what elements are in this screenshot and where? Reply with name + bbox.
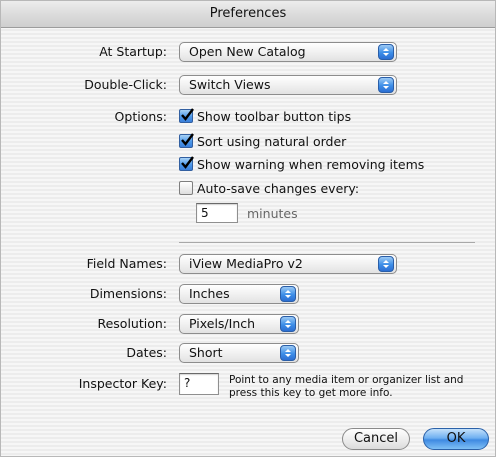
startup-label: At Startup: [99,44,167,59]
dimensions-popup[interactable]: Inches [179,284,299,304]
popup-arrows-icon [280,316,296,332]
field-names-label: Field Names: [86,256,167,271]
inspector-help-line-1: Point to any media item or organizer lis… [229,374,464,386]
preferences-window: Preferences At Startup: Open New Catalog… [0,0,496,457]
option-label: Sort using natural order [197,134,347,149]
popup-arrows-icon [280,286,296,302]
inspector-key-help: Point to any media item or organizer lis… [229,374,463,400]
dimensions-value: Inches [189,286,230,301]
inspector-key-input[interactable]: ? [179,373,219,395]
option-label: Auto-save changes every: [197,181,360,196]
ok-button[interactable]: OK [423,428,489,450]
double-click-popup[interactable]: Switch Views [179,75,397,95]
options-label: Options: [114,109,167,124]
startup-value: Open New Catalog [189,44,306,59]
section-divider [179,242,475,243]
field-names-popup[interactable]: iView MediaPro v2 [179,254,397,274]
option-auto-save[interactable]: Auto-save changes every: [179,180,359,198]
checkbox-checked-icon[interactable] [179,108,194,123]
dates-popup[interactable]: Short [179,343,299,363]
double-click-value: Switch Views [189,77,271,92]
inspector-help-line-2: press this key to get more info. [229,387,393,399]
checkbox-unchecked-icon[interactable] [179,181,193,195]
title-bar[interactable]: Preferences [1,1,495,28]
autosave-minutes-input[interactable]: 5 [196,203,238,223]
dimensions-label: Dimensions: [89,286,167,301]
field-names-value: iView MediaPro v2 [189,256,303,271]
option-natural-order[interactable]: Sort using natural order [179,133,346,151]
popup-arrows-icon [378,44,394,60]
cancel-button[interactable]: Cancel [342,428,410,450]
checkbox-checked-icon[interactable] [179,156,194,171]
popup-arrows-icon [280,345,296,361]
popup-arrows-icon [378,256,394,272]
double-click-label: Double-Click: [84,77,167,92]
autosave-unit: minutes [247,206,298,221]
resolution-popup[interactable]: Pixels/Inch [179,314,299,334]
resolution-value: Pixels/Inch [189,316,256,331]
resolution-label: Resolution: [97,316,167,331]
popup-arrows-icon [378,77,394,93]
option-toolbar-tips[interactable]: Show toolbar button tips [179,108,351,126]
window-title: Preferences [209,6,287,21]
checkbox-checked-icon[interactable] [179,133,194,148]
option-label: Show warning when removing items [197,157,425,172]
dates-value: Short [189,345,223,360]
option-label: Show toolbar button tips [197,109,352,124]
startup-popup[interactable]: Open New Catalog [179,42,397,62]
inspector-key-label: Inspector Key: [78,376,167,391]
option-warning-removing[interactable]: Show warning when removing items [179,156,424,174]
dates-label: Dates: [126,345,167,360]
